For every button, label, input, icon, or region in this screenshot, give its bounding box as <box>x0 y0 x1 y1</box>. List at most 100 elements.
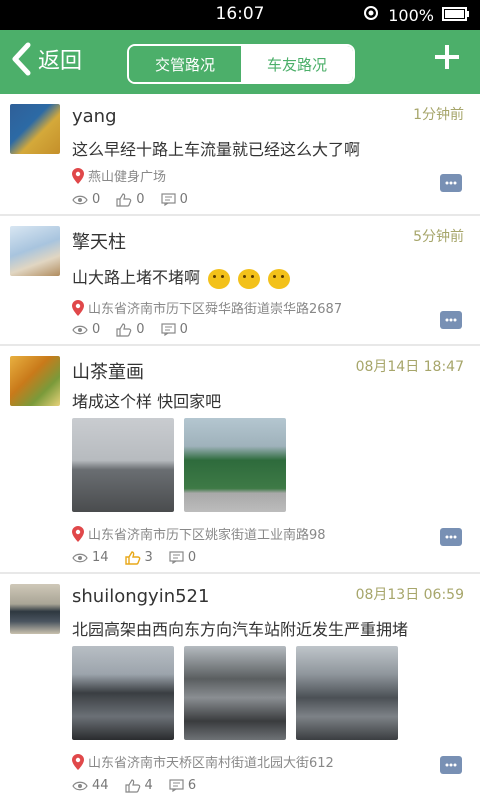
comment-icon <box>160 323 176 336</box>
comments-count: 0 <box>187 550 197 565</box>
feed: yang 1分钟前 这么早经十路上车流量就已经这么大了啊 燕山健身广场 0 0 … <box>0 94 480 800</box>
thumbs-up-icon <box>124 778 140 793</box>
eye-icon <box>72 325 88 334</box>
likes-stat[interactable]: 4 <box>124 778 153 793</box>
plus-icon <box>435 45 459 69</box>
status-bar: 16:07 100% <box>0 0 480 30</box>
location-pin-icon <box>72 525 84 542</box>
post-stats: 0 0 0 <box>72 192 188 207</box>
post-time: 1分钟前 <box>413 107 464 123</box>
traffic-tabs: 交管路况 车友路况 <box>127 44 355 84</box>
thumbs-up-icon <box>116 192 132 207</box>
eye-icon <box>72 781 88 790</box>
views-stat: 0 <box>72 192 100 207</box>
back-label: 返回 <box>38 49 83 74</box>
post-time: 08月14日 18:47 <box>355 359 464 375</box>
status-right: 100% <box>362 4 470 26</box>
location-status-icon <box>362 4 380 26</box>
post-photo[interactable] <box>72 646 174 740</box>
post-content-text: 山大路上堵不堵啊 <box>72 268 201 287</box>
post-location: 山东省济南市天桥区南村街道北园大街612 <box>72 752 334 771</box>
location-text: 山东省济南市天桥区南村街道北园大街612 <box>88 756 334 771</box>
location-pin-icon <box>72 167 84 184</box>
comments-count: 6 <box>187 778 197 793</box>
comment-icon <box>169 551 184 564</box>
comments-stat[interactable]: 0 <box>160 322 188 337</box>
likes-stat[interactable]: 0 <box>116 192 145 207</box>
post-username[interactable]: 山茶童画 <box>72 358 144 384</box>
comments-count: 0 <box>179 192 188 207</box>
views-count: 14 <box>92 550 109 565</box>
post-item[interactable]: shuilongyin521 08月13日 06:59 北园高架由西向东方向汽车… <box>0 574 480 800</box>
avatar[interactable] <box>10 104 60 154</box>
eye-icon <box>72 195 88 204</box>
likes-count: 0 <box>136 322 145 337</box>
thumbs-up-icon <box>116 322 132 337</box>
comment-icon <box>160 193 176 206</box>
post-stats: 44 4 6 <box>72 778 196 793</box>
thumbs-up-icon <box>124 550 140 565</box>
post-username[interactable]: 擎天柱 <box>72 228 126 254</box>
tab-user-traffic[interactable]: 车友路况 <box>241 46 353 82</box>
post-location: 山东省济南市历下区姚家街道工业南路98 <box>72 524 326 543</box>
message-icon[interactable] <box>440 311 462 329</box>
post-location: 燕山健身广场 <box>72 166 166 185</box>
message-icon[interactable] <box>440 174 462 192</box>
post-item[interactable]: 擎天柱 5分钟前 山大路上堵不堵啊 山东省济南市历下区舜华路街道崇华路2687 … <box>0 216 480 346</box>
battery-percent: 100% <box>388 5 434 25</box>
post-content: 北园高架由西向东方向汽车站附近发生严重拥堵 <box>72 620 409 639</box>
comments-stat[interactable]: 0 <box>169 550 196 565</box>
avatar[interactable] <box>10 226 60 276</box>
likes-count: 0 <box>136 192 145 207</box>
likes-count: 4 <box>144 778 153 793</box>
views-count: 0 <box>92 192 101 207</box>
post-location: 山东省济南市历下区舜华路街道崇华路2687 <box>72 298 342 317</box>
post-photo[interactable] <box>296 646 398 740</box>
add-post-button[interactable] <box>434 44 460 74</box>
location-pin-icon <box>72 299 84 316</box>
avatar[interactable] <box>10 356 60 406</box>
location-text: 山东省济南市历下区姚家街道工业南路98 <box>88 528 326 543</box>
battery-icon <box>442 6 470 25</box>
location-text: 燕山健身广场 <box>88 170 167 185</box>
app-bar: 返回 交管路况 车友路况 <box>0 30 480 94</box>
chevron-left-icon <box>12 42 31 76</box>
back-button[interactable]: 返回 <box>10 42 82 76</box>
post-stats: 0 0 0 <box>72 322 188 337</box>
post-photo[interactable] <box>184 646 286 740</box>
comment-icon <box>169 779 184 792</box>
location-text: 山东省济南市历下区舜华路街道崇华路2687 <box>88 302 343 317</box>
likes-count: 3 <box>144 550 153 565</box>
message-icon[interactable] <box>440 756 462 774</box>
post-photo[interactable] <box>72 418 174 512</box>
comments-stat[interactable]: 0 <box>160 192 188 207</box>
emoji-icon <box>208 268 231 289</box>
avatar[interactable] <box>10 584 60 634</box>
post-time: 5分钟前 <box>413 229 464 245</box>
emoji-icon <box>238 268 261 289</box>
post-content: 这么早经十路上车流量就已经这么大了啊 <box>72 140 361 159</box>
comments-count: 0 <box>179 322 188 337</box>
likes-stat[interactable]: 0 <box>116 322 145 337</box>
views-stat: 44 <box>72 778 109 793</box>
views-count: 0 <box>92 322 101 337</box>
emoji-icon <box>268 268 291 289</box>
post-username[interactable]: shuilongyin521 <box>72 586 209 607</box>
post-time: 08月13日 06:59 <box>355 587 464 603</box>
views-stat: 14 <box>72 550 109 565</box>
post-stats: 14 3 0 <box>72 550 196 565</box>
eye-icon <box>72 553 88 562</box>
comments-stat[interactable]: 6 <box>169 778 196 793</box>
post-item[interactable]: yang 1分钟前 这么早经十路上车流量就已经这么大了啊 燕山健身广场 0 0 … <box>0 94 480 216</box>
post-item[interactable]: 山茶童画 08月14日 18:47 堵成这个样 快回家吧 山东省济南市历下区姚家… <box>0 346 480 574</box>
location-pin-icon <box>72 753 84 770</box>
views-count: 44 <box>92 778 109 793</box>
post-photo[interactable] <box>184 418 286 512</box>
post-content: 山大路上堵不堵啊 <box>72 264 291 289</box>
views-stat: 0 <box>72 322 100 337</box>
post-username[interactable]: yang <box>72 106 117 127</box>
message-icon[interactable] <box>440 528 462 546</box>
likes-stat[interactable]: 3 <box>124 550 153 565</box>
tab-official-traffic[interactable]: 交管路况 <box>129 46 241 82</box>
post-content: 堵成这个样 快回家吧 <box>72 392 222 411</box>
